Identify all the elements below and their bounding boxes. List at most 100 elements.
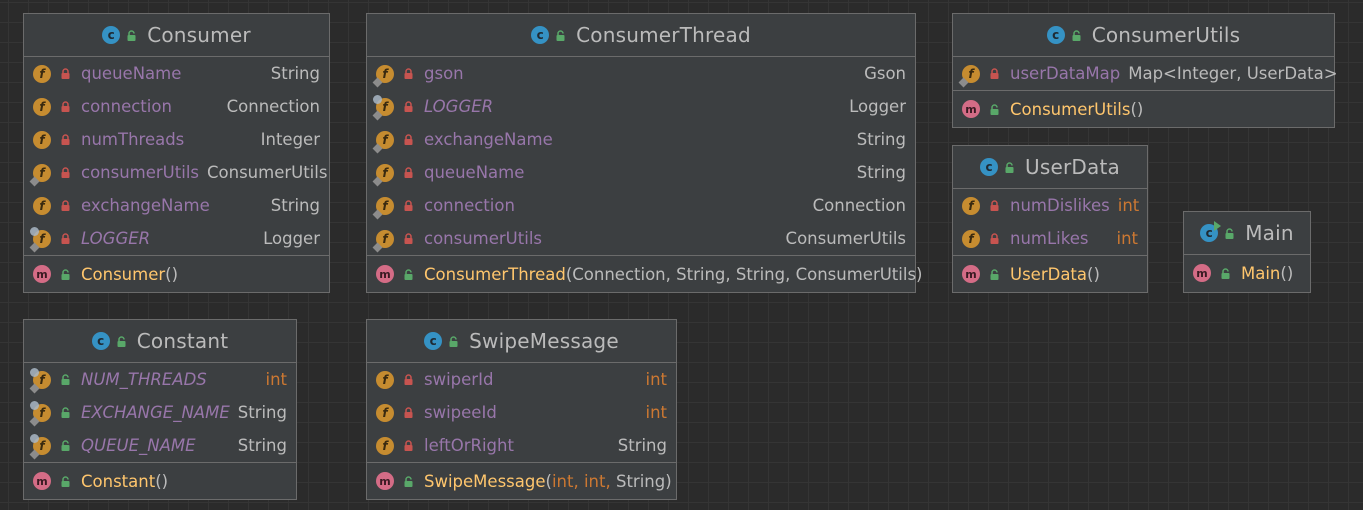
field-list: f gson Gson f LOGGER Logger f exchangeNa… [367,57,915,256]
class-header: c ConsumerThread [367,14,915,57]
field-type-map: Map<Integer, [1128,64,1242,83]
method-list: m ConsumerThread (Connection, String, Str… [367,256,922,292]
field-row[interactable]: f swiperId int [367,363,676,396]
field-type: Logger [849,97,906,116]
field-row[interactable]: f consumerUtils ConsumerUtils [367,222,915,255]
field-type: Map<Integer, UserData> [1120,64,1337,83]
final-field-icon: f [962,64,980,83]
field-type: Integer [260,130,320,149]
field-icon: f [376,403,394,422]
unlock-icon [555,29,566,41]
field-row[interactable]: f connection Connection [24,90,329,123]
lock-icon [60,68,71,79]
unlock-icon [1224,227,1235,239]
field-row[interactable]: f numThreads Integer [24,123,329,156]
field-name: LOGGER [424,97,494,116]
method-list: m SwipeMessage (int, int, String) [367,463,676,499]
field-row[interactable]: f queueName String [367,156,915,189]
unlock-icon [1220,267,1231,279]
lock-icon [403,407,414,418]
field-row[interactable]: f numDislikes int [953,189,1147,222]
field-type: String [617,436,667,455]
field-row[interactable]: f consumerUtils ConsumerUtils [24,156,329,189]
field-row[interactable]: f EXCHANGE_NAME String [24,396,296,429]
lock-icon [403,101,414,112]
field-row[interactable]: f QUEUE_NAME String [24,429,296,462]
class-header: c SwipeMessage [367,320,676,363]
method-name: Consumer [81,264,166,284]
field-name: QUEUE_NAME [81,436,196,455]
method-list: m Consumer() [24,256,329,292]
lock-icon [989,68,1000,79]
field-row[interactable]: f gson Gson [367,57,915,90]
field-type: Connection [812,196,906,215]
static-final-field-icon: f [30,367,51,389]
method-params: () [1130,99,1144,119]
method-name: Constant [81,471,156,491]
field-row[interactable]: f LOGGER Logger [24,222,329,255]
class-header: c UserData [953,146,1147,189]
lock-icon [403,374,414,385]
unlock-icon [60,407,71,418]
lock-icon [989,200,1000,211]
method-row[interactable]: m ConsumerThread (Connection, String, Str… [367,256,922,292]
field-name: connection [81,97,172,116]
field-row[interactable]: f exchangeName String [24,189,329,222]
field-row[interactable]: f NUM_THREADS int [24,363,296,396]
field-icon: f [376,370,394,389]
field-type: String [237,403,287,422]
method-row[interactable]: m UserData() [953,256,1147,292]
field-name: numDislikes [1010,196,1110,215]
method-row[interactable]: m ConsumerUtils() [953,91,1334,127]
method-name: Main [1241,263,1281,283]
class-box-swipe-message[interactable]: c SwipeMessage f swiperId int f swipeeId… [366,319,677,500]
field-row[interactable]: f leftOrRight String [367,429,676,462]
method-row[interactable]: m Consumer() [24,256,329,292]
field-type: ConsumerUtils [207,163,328,182]
method-icon: m [376,472,394,490]
class-icon: c [980,158,999,176]
unlock-icon [116,335,126,347]
final-field-icon: f [376,130,394,149]
field-row[interactable]: f connection Connection [367,189,915,222]
method-row[interactable]: m Main() [1184,255,1310,291]
runnable-class-icon: c [1200,221,1222,242]
class-icon: c [1046,26,1065,44]
field-name: exchangeName [424,130,553,149]
field-row[interactable]: f swipeeId int [367,396,676,429]
method-params: () [155,471,169,491]
field-row[interactable]: f exchangeName String [367,123,915,156]
unlock-icon [60,374,71,385]
class-box-consumer-utils[interactable]: c ConsumerUtils f userDataMap Map<Intege… [952,13,1338,128]
field-row[interactable]: f userDataMap Map<Integer, UserData> [953,57,1338,90]
field-row[interactable]: f numLikes int [953,222,1147,255]
field-row[interactable]: f LOGGER Logger [367,90,915,123]
lock-icon [60,200,71,211]
method-row[interactable]: m Constant() [24,463,296,499]
field-name: connection [424,196,515,215]
final-field-icon: f [376,64,394,83]
class-box-consumer[interactable]: c Consumer f queueName String f connecti… [23,13,330,293]
field-name: NUM_THREADS [81,370,207,389]
param-type: int, [583,471,611,491]
class-title: Constant [136,329,229,353]
method-list: m Main() [1184,255,1310,291]
lock-icon [60,134,71,145]
class-box-consumer-thread[interactable]: c ConsumerThread f gson Gson f LOGGER Lo… [366,13,922,293]
field-icon: f [33,64,51,83]
lock-icon [60,101,71,112]
class-box-user-data[interactable]: c UserData f numDislikes int f numLikes … [952,145,1148,293]
class-box-main[interactable]: c Main m Main() [1183,211,1311,293]
unlock-icon [403,475,414,487]
field-type: Gson [864,64,906,83]
field-row[interactable]: f queueName String [24,57,329,90]
unlock-icon [989,103,1000,115]
lock-icon [989,233,1000,244]
class-box-constant[interactable]: c Constant f NUM_THREADS int f EXCHANGE_… [23,319,297,500]
method-row[interactable]: m SwipeMessage (int, int, String) [367,463,676,499]
method-icon: m [33,472,51,490]
unlock-icon [1004,161,1015,173]
field-icon: f [962,196,980,215]
unlock-icon [126,29,137,41]
field-list: f userDataMap Map<Integer, UserData> [953,57,1338,91]
